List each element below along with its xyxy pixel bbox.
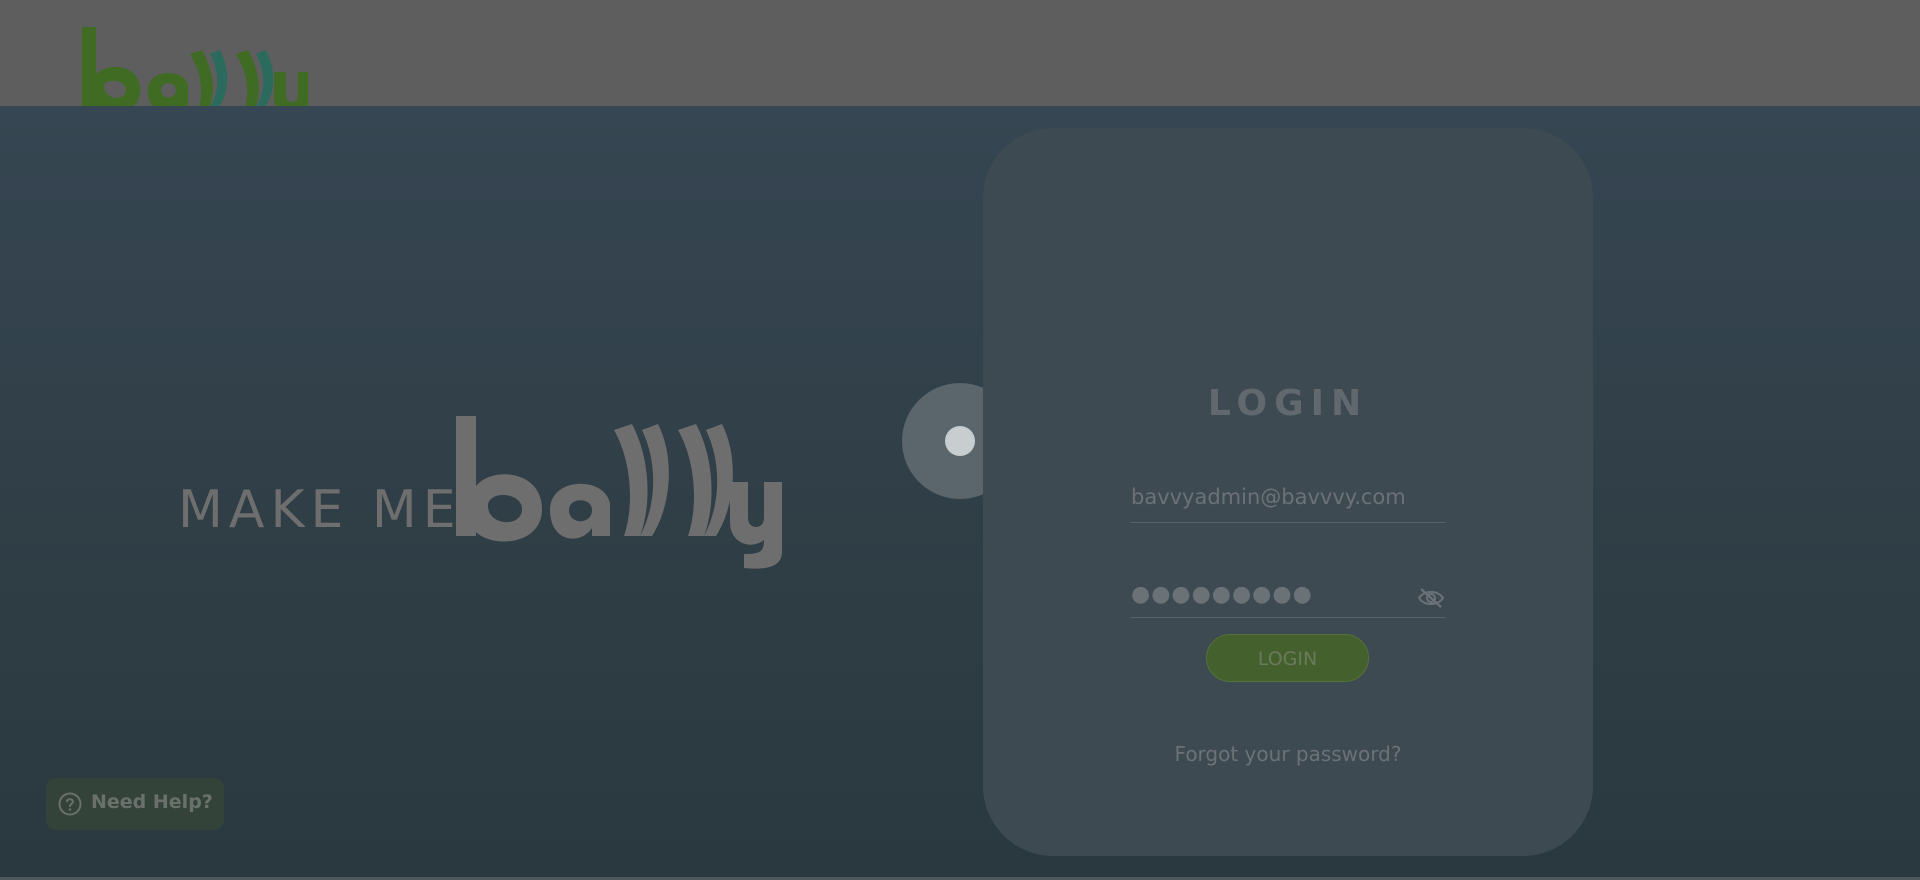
login-title: LOGIN xyxy=(1207,383,1369,424)
email-input[interactable] xyxy=(1131,482,1445,512)
email-field[interactable] xyxy=(1131,482,1445,523)
hero-tagline: MAKE ME xyxy=(178,480,462,540)
login-card: LOGIN ●●●●●●●●● LOGIN Forgot your passwo… xyxy=(983,128,1593,856)
eye-off-icon[interactable] xyxy=(1417,586,1445,610)
login-button[interactable]: LOGIN xyxy=(1206,634,1369,682)
top-header: bavvy xyxy=(0,0,1920,130)
need-help-label: Need Help? xyxy=(91,791,213,813)
password-input[interactable]: ●●●●●●●●● xyxy=(1131,580,1313,610)
need-help-button[interactable]: Need Help? xyxy=(46,778,224,830)
forgot-password-link[interactable]: Forgot your password? xyxy=(983,742,1593,766)
spinner-dot xyxy=(945,426,975,456)
question-circle-icon xyxy=(58,792,82,816)
bavvy-logo-large: bavvy xyxy=(456,416,782,569)
password-field[interactable]: ●●●●●●●●● xyxy=(1131,580,1445,618)
